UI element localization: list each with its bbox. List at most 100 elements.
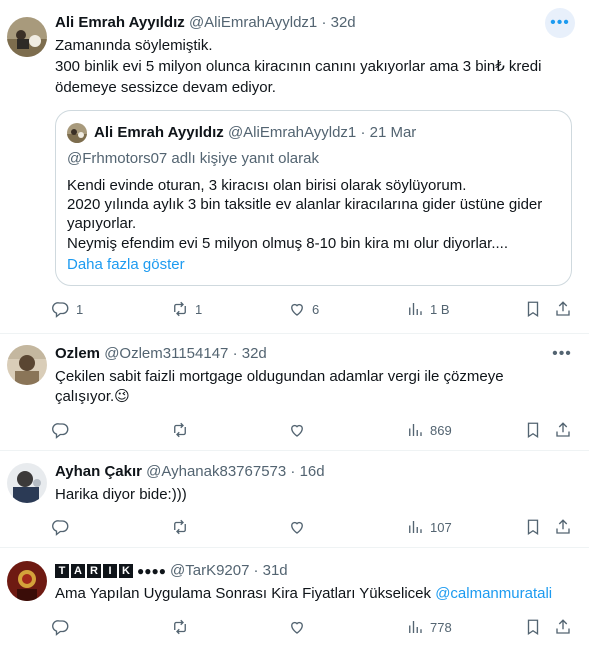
heart-icon bbox=[291, 521, 303, 534]
reply-button[interactable] bbox=[52, 418, 76, 442]
avatar[interactable] bbox=[7, 463, 47, 503]
tweet-text-line: ödemeye sessizce devam ediyor. bbox=[55, 79, 276, 96]
display-name[interactable]: T A R I K ●●●● bbox=[55, 561, 166, 581]
tweet-actions: 1 1 6 1 B bbox=[52, 297, 577, 321]
share-button[interactable] bbox=[554, 297, 572, 321]
bookmark-button[interactable] bbox=[524, 515, 542, 539]
name-letter-block: I bbox=[103, 564, 117, 578]
tweet-header: Ali Emrah Ayyıldız @AliEmrahAyyldz1 · 32… bbox=[55, 13, 356, 33]
user-handle[interactable]: @AliEmrahAyyldz1 bbox=[189, 14, 317, 31]
more-button[interactable]: ••• bbox=[545, 8, 575, 38]
views-bar-chart-icon bbox=[409, 424, 422, 436]
tweet-3[interactable]: Ayhan Çakır @Ayhanak83767573 · 16d Harik… bbox=[0, 451, 589, 548]
show-more-link[interactable]: Daha fazla göster bbox=[67, 255, 185, 275]
quoted-display-name: Ali Emrah Ayyıldız bbox=[94, 124, 224, 141]
views-button[interactable]: 869 bbox=[406, 418, 452, 442]
name-letter-block: K bbox=[119, 564, 133, 578]
tweet-header: T A R I K ●●●● @TarK9207 · 31d bbox=[55, 561, 288, 581]
timestamp[interactable]: · 31d bbox=[253, 561, 287, 581]
views-count: 778 bbox=[430, 619, 452, 635]
tweet-text: Ama Yapılan Uygulama Sonrası Kira Fiyatl… bbox=[55, 584, 552, 604]
reply-icon bbox=[52, 302, 69, 318]
avatar[interactable] bbox=[7, 561, 47, 601]
views-count: 869 bbox=[430, 422, 452, 438]
reply-icon bbox=[52, 620, 69, 636]
tweet-text-body: Ama Yapılan Uygulama Sonrası Kira Fiyatl… bbox=[55, 585, 432, 602]
views-button[interactable]: 107 bbox=[406, 515, 452, 539]
views-button[interactable]: 778 bbox=[406, 615, 452, 639]
retweet-icon bbox=[174, 519, 186, 535]
name-letter-block: T bbox=[55, 564, 69, 578]
reply-icon bbox=[52, 520, 69, 536]
tweet-4[interactable]: T A R I K ●●●● @TarK9207 · 31d Ama Yapıl… bbox=[0, 548, 589, 651]
avatar[interactable] bbox=[7, 345, 47, 385]
quoted-avatar bbox=[67, 123, 87, 143]
display-name[interactable]: Ozlem bbox=[55, 345, 100, 362]
bookmark-button[interactable] bbox=[524, 297, 542, 321]
bookmark-button[interactable] bbox=[524, 615, 542, 639]
quoted-text-line: 2020 yılında aylık 3 bin taksitle ev ala… bbox=[67, 196, 543, 213]
reply-button[interactable]: 1 bbox=[52, 297, 83, 321]
avatar[interactable] bbox=[7, 17, 47, 57]
tweet-text-line: çalışıyor.😉 bbox=[55, 388, 130, 405]
display-name[interactable]: Ayhan Çakır bbox=[55, 463, 142, 480]
reply-to-label: @Frhmotors07 adlı kişiye yanıt olarak bbox=[67, 150, 319, 167]
tweet-actions: 778 bbox=[52, 615, 577, 639]
quoted-timestamp: · 21 Mar bbox=[360, 124, 417, 141]
retweet-count: 1 bbox=[195, 301, 203, 317]
retweet-icon bbox=[174, 422, 186, 438]
mention-link[interactable]: @calmanmuratali bbox=[435, 585, 552, 602]
bookmark-icon bbox=[527, 301, 539, 318]
user-handle[interactable]: @Ozlem31154147 bbox=[104, 345, 228, 362]
reply-button[interactable] bbox=[52, 615, 76, 639]
bookmark-icon bbox=[527, 422, 539, 439]
more-button[interactable]: ••• bbox=[547, 339, 577, 369]
reply-count: 1 bbox=[76, 301, 84, 317]
name-dots: ●●●● bbox=[137, 564, 166, 578]
retweet-button[interactable] bbox=[171, 418, 195, 442]
bookmark-icon bbox=[527, 619, 539, 636]
bookmark-button[interactable] bbox=[524, 418, 542, 442]
retweet-icon bbox=[174, 301, 186, 317]
tweet-text-line: 300 binlik evi 5 milyon olunca kiracının… bbox=[55, 58, 542, 75]
bookmark-icon bbox=[527, 519, 539, 536]
quoted-text-line: Neymiş efendim evi 5 milyon olmuş 8-10 b… bbox=[67, 235, 508, 252]
tweet-actions: 869 bbox=[52, 418, 577, 442]
like-button[interactable] bbox=[288, 615, 312, 639]
like-button[interactable] bbox=[288, 418, 312, 442]
like-button[interactable]: 6 bbox=[288, 297, 319, 321]
share-icon bbox=[556, 519, 570, 534]
user-handle[interactable]: @Ayhanak83767573 bbox=[146, 463, 286, 480]
more-dots-icon: ••• bbox=[552, 345, 572, 362]
quoted-text-line: Kendi evinde oturan, 3 kiracısı olan bir… bbox=[67, 177, 467, 194]
display-name[interactable]: Ali Emrah Ayyıldız bbox=[55, 14, 185, 31]
reply-button[interactable] bbox=[52, 515, 76, 539]
tweet-2[interactable]: Ozlem @Ozlem31154147 · 32d ••• Çekilen s… bbox=[0, 334, 589, 451]
heart-icon bbox=[291, 303, 303, 316]
views-button[interactable]: 1 B bbox=[406, 297, 450, 321]
heart-icon bbox=[291, 424, 303, 437]
heart-icon bbox=[291, 621, 303, 634]
timestamp[interactable]: · 32d bbox=[233, 345, 267, 362]
like-button[interactable] bbox=[288, 515, 312, 539]
quoted-tweet[interactable]: Ali Emrah Ayyıldız @AliEmrahAyyldz1 · 21… bbox=[55, 110, 572, 286]
timestamp[interactable]: · 32d bbox=[321, 14, 355, 31]
share-icon bbox=[556, 422, 570, 437]
views-bar-chart-icon bbox=[409, 621, 422, 633]
share-button[interactable] bbox=[554, 615, 572, 639]
views-bar-chart-icon bbox=[409, 303, 422, 315]
tweet-text-line: Zamanında söylemiştik. bbox=[55, 37, 213, 54]
share-button[interactable] bbox=[554, 418, 572, 442]
tweet-text-line: Çekilen sabit faizli mortgage oldugundan… bbox=[55, 368, 504, 385]
views-count: 1 B bbox=[430, 301, 450, 317]
timestamp[interactable]: · 16d bbox=[290, 463, 324, 480]
share-button[interactable] bbox=[554, 515, 572, 539]
retweet-button[interactable]: 1 bbox=[171, 297, 202, 321]
quoted-text-line: yapıyorlar. bbox=[67, 215, 137, 232]
retweet-button[interactable] bbox=[171, 515, 195, 539]
retweet-button[interactable] bbox=[171, 615, 195, 639]
tweet-1[interactable]: Ali Emrah Ayyıldız @AliEmrahAyyldz1 · 32… bbox=[0, 0, 589, 334]
share-icon bbox=[556, 619, 570, 634]
tweet-header: Ayhan Çakır @Ayhanak83767573 · 16d bbox=[55, 462, 325, 482]
user-handle[interactable]: @TarK9207 bbox=[170, 561, 249, 581]
